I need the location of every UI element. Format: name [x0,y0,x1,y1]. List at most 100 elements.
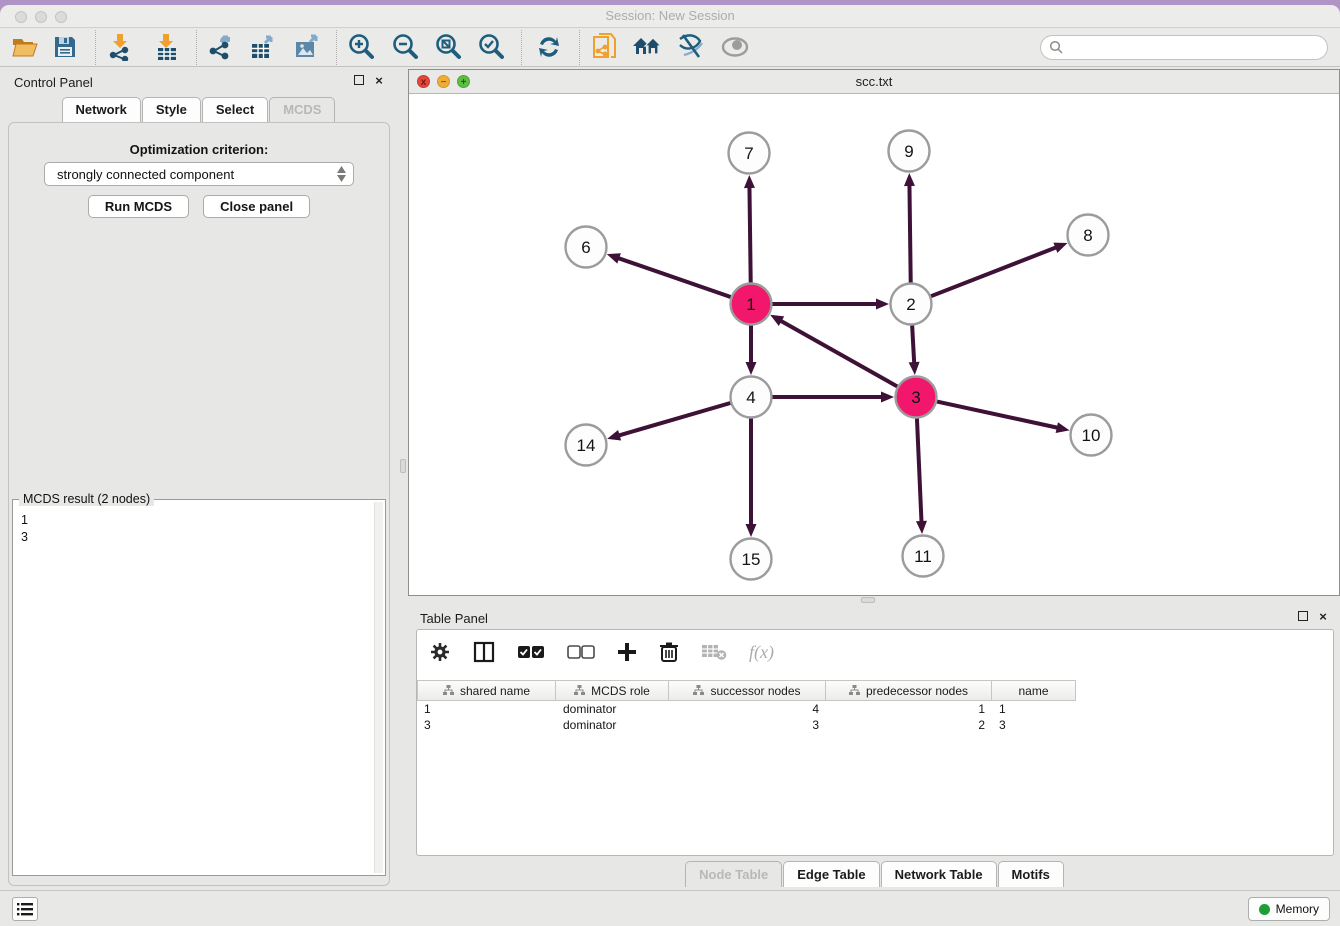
node-label-15: 15 [742,550,761,569]
node-label-1: 1 [746,295,755,314]
zoom-selected-icon[interactable] [474,31,508,63]
table-panel-title: Table Panel [420,611,488,626]
column-header-predecessor-nodes[interactable]: predecessor nodes [826,680,992,701]
function-builder-icon[interactable]: f(x) [749,642,774,663]
edge-3-1[interactable] [780,320,897,386]
close-panel-button[interactable]: Close panel [203,195,310,218]
tab-network[interactable]: Network [62,97,141,122]
tab-node-table[interactable]: Node Table [685,861,782,887]
zoom-out-icon[interactable] [388,31,422,63]
main-toolbar [0,28,1340,67]
column-header-name[interactable]: name [992,680,1076,701]
export-image-icon[interactable] [290,31,324,63]
cell: 1 [992,701,1076,717]
new-network-icon[interactable] [588,31,622,63]
cell: 4 [669,701,826,717]
edge-2-9[interactable] [909,184,910,282]
export-network-icon[interactable] [204,31,238,63]
table-row[interactable]: 1dominator411 [417,701,1333,717]
apply-layout-icon[interactable] [532,31,566,63]
save-session-icon[interactable] [48,31,82,63]
hide-selected-icon[interactable] [674,31,708,63]
float-panel-icon[interactable] [352,74,366,88]
node-table: shared name MCDS role successor nodesprede… [417,680,1333,855]
network-graph[interactable]: 7968124314101511 [409,95,1339,596]
mcds-result-box: MCDS result (2 nodes) 13 [12,499,386,876]
edge-1-7[interactable] [749,186,750,282]
edge-2-3[interactable] [912,325,914,363]
search-input[interactable] [1064,38,1327,58]
right-column: x − + scc.txt 7968124314101511 Table Pan… [408,67,1340,890]
tab-mcds[interactable]: MCDS [269,97,335,122]
tab-motifs[interactable]: Motifs [998,861,1064,887]
tree-icon [443,685,454,696]
column-header-successor-nodes[interactable]: successor nodes [669,680,826,701]
run-mcds-button[interactable]: Run MCDS [88,195,189,218]
cell: 3 [669,717,826,733]
node-label-2: 2 [906,295,915,314]
search-box[interactable] [1040,35,1328,60]
panel-splitter-horizontal[interactable] [408,596,1340,603]
import-network-icon[interactable] [104,31,138,63]
zoom-in-icon[interactable] [344,31,378,63]
cell: 1 [417,701,556,717]
node-label-14: 14 [577,436,596,455]
select-columns-icon[interactable] [517,645,545,659]
node-label-8: 8 [1083,226,1092,245]
mcds-result-text[interactable]: 13 [15,510,383,873]
network-canvas[interactable]: 7968124314101511 [409,95,1339,595]
control-panel-header: Control Panel × [0,67,398,95]
criterion-select[interactable]: strongly connected component [44,162,354,186]
edge-4-14[interactable] [618,403,730,436]
close-panel-icon[interactable]: × [372,74,386,88]
node-table-container: f(x) shared name MCDS role successor nodes… [416,629,1334,856]
column-label: shared name [460,684,530,698]
show-all-icon[interactable] [718,31,752,63]
tab-edge-table[interactable]: Edge Table [783,861,879,887]
edge-3-10[interactable] [937,402,1058,428]
arrowhead [1053,243,1067,253]
delete-column-icon[interactable] [659,641,679,663]
task-history-button[interactable] [12,897,38,921]
column-label: name [1018,684,1048,698]
table-settings-icon[interactable] [429,641,451,663]
column-header-MCDS-role[interactable]: MCDS role [556,680,669,701]
column-label: MCDS role [591,684,650,698]
close-panel-icon[interactable]: × [1316,610,1330,624]
toolbar-separator [579,30,580,65]
result-scrollbar[interactable] [374,502,383,873]
splitter-grip[interactable] [400,459,406,473]
delete-table-icon[interactable] [701,643,727,661]
tab-network-table[interactable]: Network Table [881,861,997,887]
criterion-value: strongly connected component [57,167,234,182]
optimization-criterion-label: Optimization criterion: [0,142,398,157]
arrowhead [1056,422,1070,433]
deselect-columns-icon[interactable] [567,645,595,659]
tab-select[interactable]: Select [202,97,268,122]
table-row[interactable]: 3dominator323 [417,717,1333,733]
first-neighbors-icon[interactable] [630,31,664,63]
import-table-icon[interactable] [150,31,184,63]
column-header-shared-name[interactable]: shared name [417,680,556,701]
arrowhead [881,392,894,403]
open-file-icon[interactable] [8,31,42,63]
cell: 3 [992,717,1076,733]
arrowhead [909,362,920,375]
select-stepper-icon [337,166,346,182]
export-table-icon[interactable] [246,31,280,63]
add-column-icon[interactable] [617,642,637,662]
tab-style[interactable]: Style [142,97,201,122]
network-view-window: x − + scc.txt 7968124314101511 [408,69,1340,596]
table-panel-header: Table Panel × [410,603,1340,627]
panel-splitter-vertical[interactable] [398,67,408,890]
arrowhead [744,175,755,188]
memory-button[interactable]: Memory [1248,897,1330,921]
edge-2-8[interactable] [931,247,1057,296]
split-panel-icon[interactable] [473,641,495,663]
edge-3-11[interactable] [917,418,922,522]
network-window-title: scc.txt [409,74,1339,89]
float-panel-icon[interactable] [1296,610,1310,624]
cell: 2 [826,717,992,733]
zoom-fit-icon[interactable] [431,31,465,63]
edge-1-6[interactable] [618,258,731,297]
